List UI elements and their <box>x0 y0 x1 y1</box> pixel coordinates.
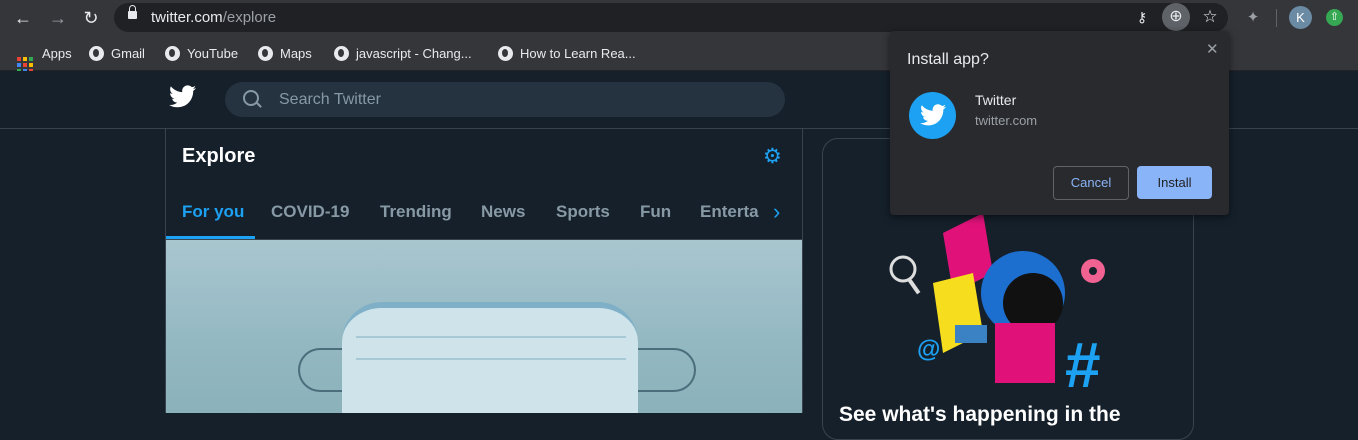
tab-entertainment[interactable]: Enterta <box>700 202 759 222</box>
reload-icon[interactable]: ↻ <box>79 6 103 30</box>
update-icon[interactable]: ⇧ <box>1326 9 1343 26</box>
tab-covid-19[interactable]: COVID-19 <box>271 202 349 222</box>
globe-icon <box>89 46 104 61</box>
mask-fold <box>356 358 626 360</box>
forward-icon[interactable]: → <box>46 6 70 30</box>
twitter-bird-icon <box>920 104 946 126</box>
hero-image[interactable] <box>166 240 802 413</box>
toolbar-divider <box>1276 9 1277 27</box>
url-text[interactable]: twitter.com/explore <box>151 9 276 26</box>
lock-icon[interactable] <box>128 5 137 19</box>
app-url: twitter.com <box>975 113 1038 128</box>
bookmark-apps[interactable]: Apps <box>17 45 72 73</box>
mask-strap <box>634 348 696 392</box>
bookmark-label: Gmail <box>111 46 145 61</box>
bookmark-label: javascript - Chang... <box>356 46 472 61</box>
tab-news[interactable]: News <box>481 202 525 222</box>
bookmark-youtube[interactable]: YouTube <box>165 45 238 63</box>
extensions-icon[interactable]: ✦ <box>1243 8 1263 28</box>
install-app-dialog: Install app? ✕ Twitter twitter.com Cance… <box>890 31 1229 215</box>
dialog-title: Install app? <box>907 51 989 68</box>
twitter-app-icon <box>909 92 956 139</box>
tab-sports[interactable]: Sports <box>556 202 610 222</box>
install-button[interactable]: Install <box>1137 166 1212 199</box>
cancel-button[interactable]: Cancel <box>1053 166 1129 200</box>
bookmark-gmail[interactable]: Gmail <box>89 45 145 63</box>
globe-icon <box>498 46 513 61</box>
avatar[interactable]: K <box>1289 6 1312 29</box>
back-icon[interactable]: ← <box>11 6 35 30</box>
twitter-bird-icon[interactable] <box>169 85 196 108</box>
bookmark-label: Maps <box>280 46 312 61</box>
page-title: Explore <box>182 145 256 167</box>
bookmark-javascript[interactable]: javascript - Chang... <box>334 45 472 63</box>
close-icon[interactable]: ✕ <box>1206 40 1219 58</box>
active-tab-indicator <box>166 236 255 239</box>
bookmark-label: How to Learn Rea... <box>520 46 636 61</box>
app-name: Twitter <box>975 92 1017 108</box>
search-placeholder: Search Twitter <box>279 91 381 108</box>
globe-icon <box>334 46 349 61</box>
explore-column: Explore ⚙ For you COVID-19 Trending News… <box>165 129 803 413</box>
install-icon[interactable]: ⊕ <box>1162 3 1190 31</box>
card-heading: See what's happening in the <box>839 403 1121 426</box>
bookmark-label: YouTube <box>187 46 239 61</box>
bookmark-label: Apps <box>42 46 72 61</box>
address-bar[interactable]: twitter.com/explore ⚷ ⊕ ☆ <box>114 3 1228 32</box>
star-icon[interactable]: ☆ <box>1199 6 1221 28</box>
chevron-right-icon[interactable]: › <box>773 199 780 225</box>
search-input[interactable]: Search Twitter <box>225 82 785 117</box>
explore-tabs: For you COVID-19 Trending News Sports Fu… <box>166 189 802 240</box>
svg-text:@: @ <box>917 336 940 363</box>
settings-gear-icon[interactable]: ⚙ <box>763 146 782 168</box>
tab-trending[interactable]: Trending <box>380 202 452 222</box>
globe-icon <box>258 46 273 61</box>
collage-illustration: @ # <box>889 213 1105 393</box>
globe-icon <box>165 46 180 61</box>
tab-fun[interactable]: Fun <box>640 202 671 222</box>
key-icon[interactable]: ⚷ <box>1131 6 1153 28</box>
mask-fold <box>356 336 626 338</box>
bookmark-maps[interactable]: Maps <box>258 45 312 63</box>
tab-for-you[interactable]: For you <box>182 202 244 222</box>
bookmark-how-to-learn[interactable]: How to Learn Rea... <box>498 45 636 63</box>
svg-text:#: # <box>1065 329 1101 393</box>
search-icon <box>243 90 259 106</box>
